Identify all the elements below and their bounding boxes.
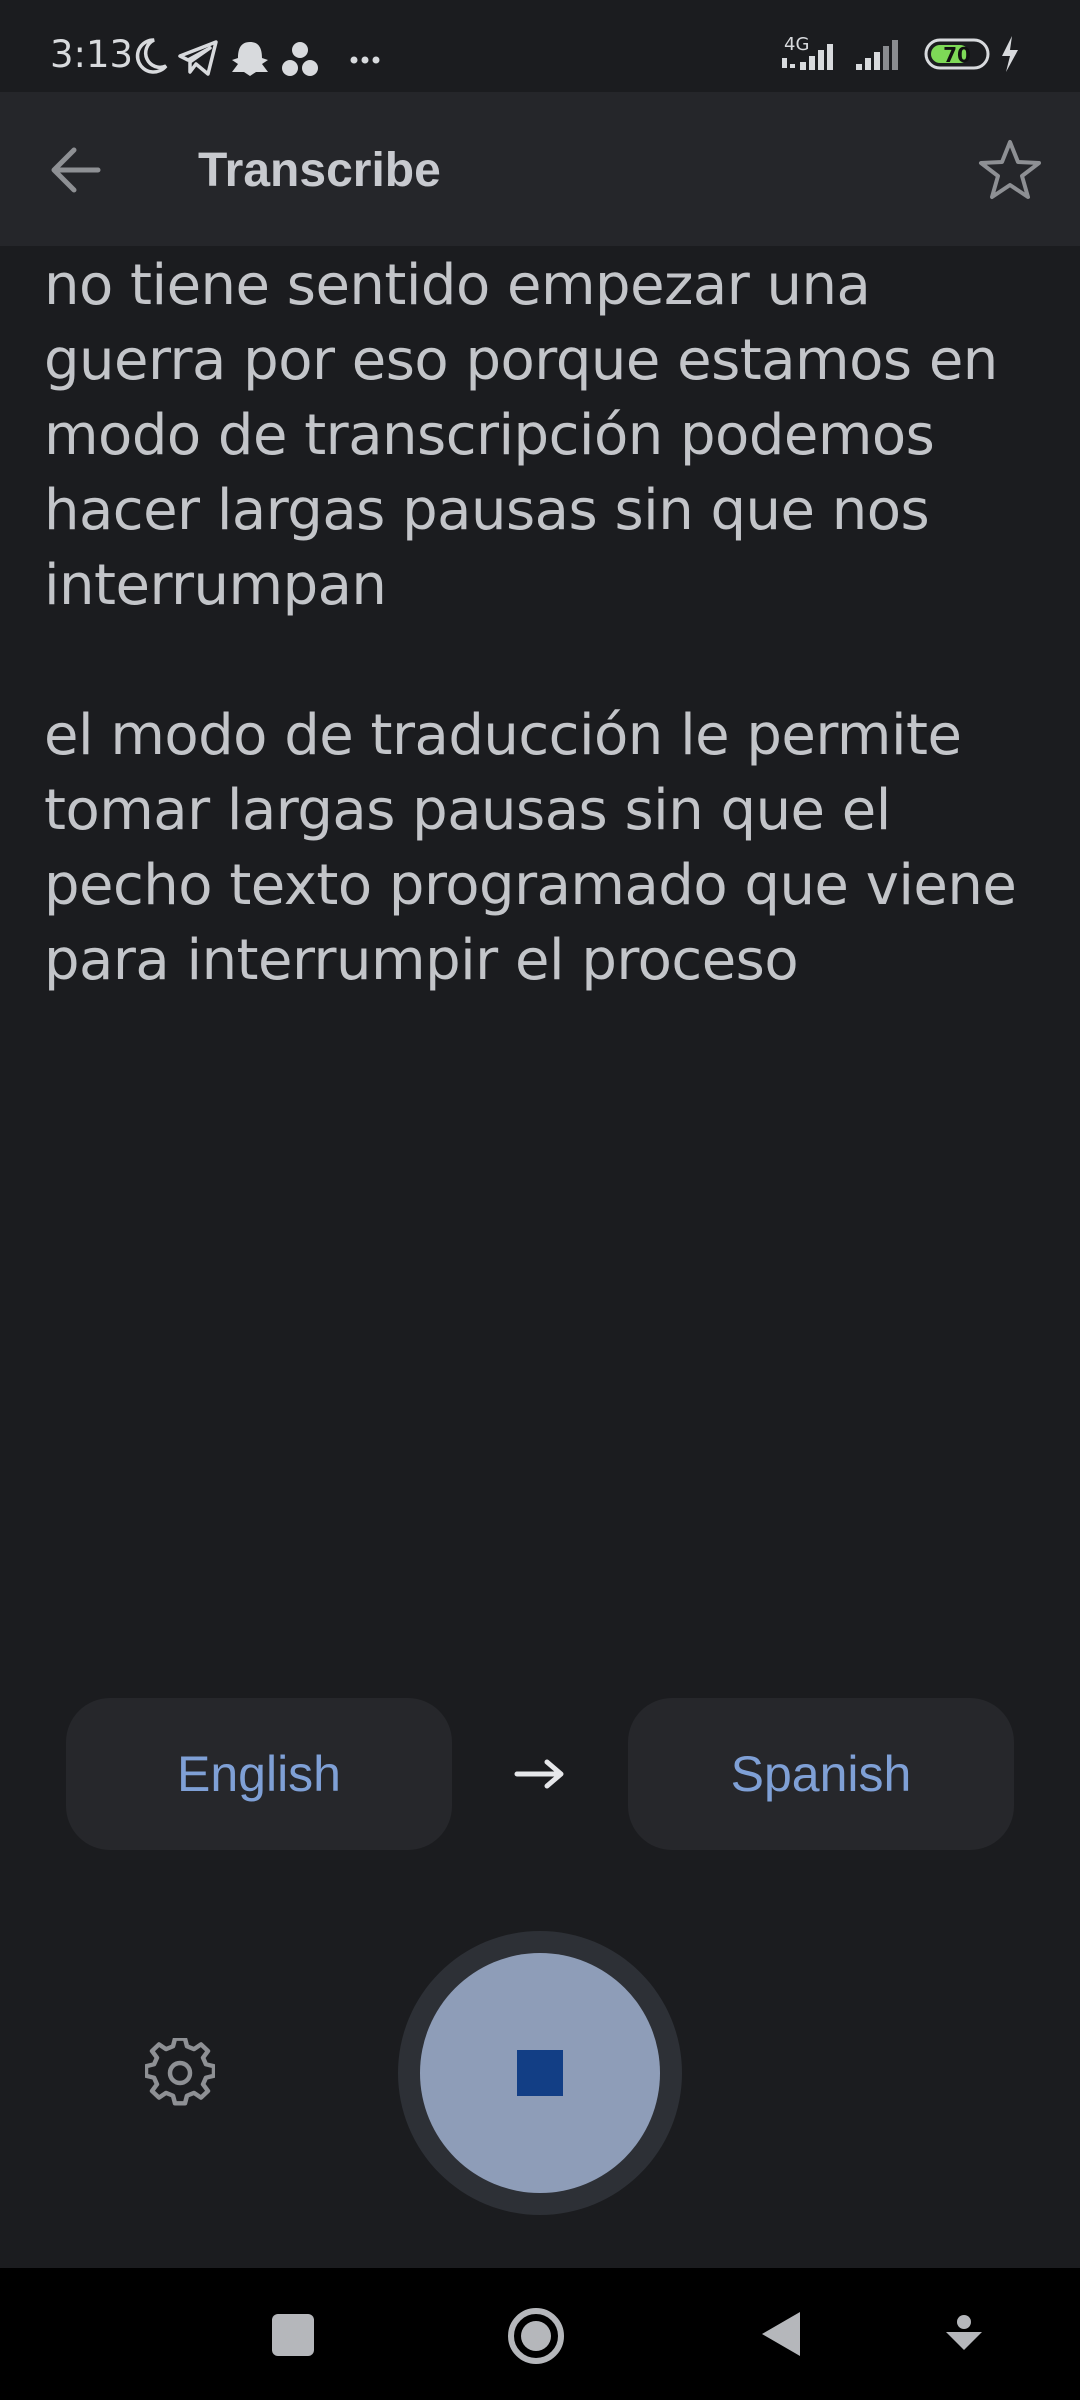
arrow-right-icon	[514, 1759, 564, 1789]
target-language-button[interactable]: Spanish	[628, 1698, 1014, 1850]
telegram-icon	[178, 40, 218, 76]
back-nav-button[interactable]	[752, 2304, 812, 2364]
status-bar: 3:13 4G 70	[0, 0, 1080, 92]
home-button[interactable]	[504, 2304, 564, 2364]
triangle-back-icon	[762, 2312, 800, 2356]
transcript-paragraph: el modo de traducción le permite tomar l…	[44, 703, 1017, 993]
star-outline-icon	[979, 140, 1041, 199]
status-time: 3:13	[50, 33, 134, 76]
assistant-button[interactable]	[934, 2304, 994, 2364]
stop-icon	[517, 2050, 563, 2096]
stop-button[interactable]	[420, 1953, 660, 2193]
settings-button[interactable]	[143, 2036, 217, 2108]
back-button[interactable]	[40, 134, 112, 206]
transcript-paragraph: no tiene sentido empezar una guerra por …	[44, 253, 998, 618]
cluster-icon	[292, 42, 308, 58]
source-language-button[interactable]: English	[66, 1698, 452, 1850]
home-circle-icon	[508, 2308, 564, 2364]
favorite-button[interactable]	[976, 136, 1044, 204]
recents-button[interactable]	[262, 2304, 322, 2364]
battery-level: 70	[943, 43, 971, 67]
snapchat-icon	[232, 42, 268, 76]
signal-icon: 4G	[782, 34, 1018, 72]
square-icon	[272, 2314, 314, 2356]
network-label: 4G	[784, 34, 809, 55]
gear-icon	[143, 2036, 217, 2106]
status-notification-icons	[135, 38, 380, 76]
more-dots-icon	[350, 56, 358, 64]
transcript-text: no tiene sentido empezar una guerra por …	[44, 248, 1044, 998]
system-nav-bar	[0, 2268, 1080, 2400]
moon-icon	[135, 38, 168, 74]
chevron-down-icon	[946, 2315, 982, 2350]
app-bar: Transcribe	[0, 92, 1080, 246]
charging-icon	[1002, 36, 1018, 72]
page-title: Transcribe	[198, 144, 441, 197]
arrow-left-icon	[51, 147, 101, 193]
status-right-icons: 4G 70	[780, 30, 1040, 80]
